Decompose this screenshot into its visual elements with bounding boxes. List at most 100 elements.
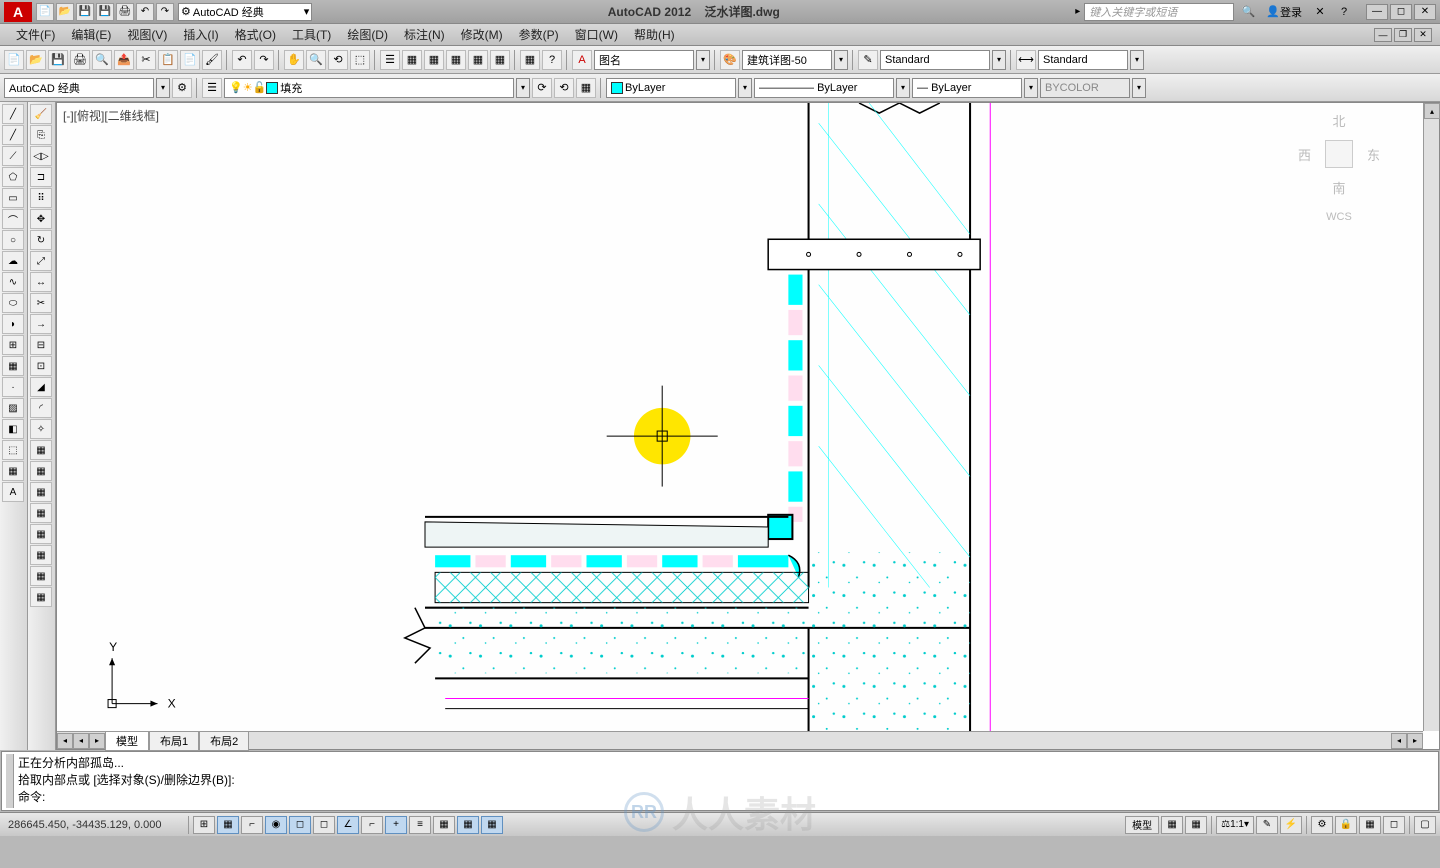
tab-layout1[interactable]: 布局1 — [149, 731, 199, 751]
sc-icon[interactable]: ▦ — [481, 816, 503, 834]
cmd-prompt[interactable]: 命令: — [18, 788, 1434, 805]
tab-model[interactable]: 模型 — [105, 731, 149, 751]
quickcalc-icon[interactable]: ▦ — [490, 50, 510, 70]
preview-icon[interactable]: 🔍 — [92, 50, 112, 70]
minimize-button[interactable]: — — [1366, 4, 1388, 20]
otrack-icon[interactable]: ∠ — [337, 816, 359, 834]
move-icon[interactable]: ✥ — [30, 209, 52, 229]
lwt-icon[interactable]: ≡ — [409, 816, 431, 834]
zoom-icon[interactable]: 🔍 — [306, 50, 326, 70]
qat-open-icon[interactable]: 📂 — [56, 3, 74, 21]
menu-dimension[interactable]: 标注(N) — [396, 24, 453, 45]
osnap-icon[interactable]: ◻ — [289, 816, 311, 834]
dropdown-icon[interactable]: ▾ — [1130, 50, 1144, 70]
join-icon[interactable]: ⊡ — [30, 356, 52, 376]
view-cube[interactable]: 北 西 东 南 WCS — [1299, 111, 1379, 251]
wcs-label[interactable]: WCS — [1326, 211, 1352, 223]
sheet-set-icon[interactable]: ▦ — [446, 50, 466, 70]
mirror-icon[interactable]: ◁▷ — [30, 146, 52, 166]
extend-icon[interactable]: → — [30, 314, 52, 334]
array-icon[interactable]: ⠿ — [30, 188, 52, 208]
toolbar-lock-icon[interactable]: 🔒 — [1335, 816, 1357, 834]
mod22-icon[interactable]: ▦ — [30, 545, 52, 565]
insert-icon[interactable]: ⊞ — [2, 335, 24, 355]
pan-icon[interactable]: ✋ — [284, 50, 304, 70]
redo-icon[interactable]: ↷ — [254, 50, 274, 70]
help-icon[interactable]: ? — [1334, 3, 1354, 21]
cut-icon[interactable]: ✂ — [136, 50, 156, 70]
copy-mod-icon[interactable]: ⎘ — [30, 125, 52, 145]
mod19-icon[interactable]: ▦ — [30, 482, 52, 502]
ellipse-arc-icon[interactable]: ◗ — [2, 314, 24, 334]
grid-icon[interactable]: ▦ — [217, 816, 239, 834]
menu-parametric[interactable]: 参数(P) — [511, 24, 567, 45]
zoom-prev-icon[interactable]: ⟲ — [328, 50, 348, 70]
ellipse-icon[interactable]: ⬭ — [2, 293, 24, 313]
nav-top[interactable] — [1325, 140, 1353, 168]
dropdown-icon[interactable]: ▾ — [516, 78, 530, 98]
dropdown-icon[interactable]: ▾ — [834, 50, 848, 70]
offset-icon[interactable]: ⊐ — [30, 167, 52, 187]
break-icon[interactable]: ⊟ — [30, 335, 52, 355]
command-line[interactable]: 正在分析内部孤岛... 拾取内部点或 [选择对象(S)/删除边界(B)]: 命令… — [1, 751, 1439, 811]
nav-north[interactable]: 北 — [1332, 111, 1345, 130]
mod18-icon[interactable]: ▦ — [30, 461, 52, 481]
dim-style-icon[interactable]: ⟷ — [1016, 50, 1036, 70]
polar-icon[interactable]: ◉ — [265, 816, 287, 834]
coordinates-display[interactable]: 286645.450, -34435.129, 0.000 — [4, 819, 184, 831]
qat-undo-icon[interactable]: ↶ — [136, 3, 154, 21]
tool-palette-icon[interactable]: ▦ — [424, 50, 444, 70]
qp-icon[interactable]: ▦ — [457, 816, 479, 834]
mod17-icon[interactable]: ▦ — [30, 440, 52, 460]
plot-icon[interactable]: 🖨 — [70, 50, 90, 70]
menu-draw[interactable]: 绘图(D) — [339, 24, 396, 45]
properties-icon[interactable]: ☰ — [380, 50, 400, 70]
zoom-window-icon[interactable]: ⬚ — [350, 50, 370, 70]
markup-icon[interactable]: ▦ — [468, 50, 488, 70]
rotate-icon[interactable]: ↻ — [30, 230, 52, 250]
workspace-selector[interactable]: ⚙ AutoCAD 经典 ▾ — [178, 3, 312, 21]
dropdown-icon[interactable]: ▾ — [992, 50, 1006, 70]
dropdown-icon[interactable]: ▾ — [738, 78, 752, 98]
text-style-btn-icon[interactable]: ✎ — [858, 50, 878, 70]
paste-icon[interactable]: 📄 — [180, 50, 200, 70]
search-input[interactable]: 键入关键字或短语 — [1084, 3, 1234, 21]
layer-prop-icon[interactable]: 🎨 — [720, 50, 740, 70]
mtext-icon[interactable]: A — [2, 482, 24, 502]
publish-icon[interactable]: 📤 — [114, 50, 134, 70]
clean-screen-icon[interactable]: ▢ — [1414, 816, 1436, 834]
horizontal-scrollbar[interactable]: ◂ ◂ ▸ 模型 布局1 布局2 ◂ ▸ — [57, 731, 1423, 749]
hardware-accel-icon[interactable]: ▦ — [1359, 816, 1381, 834]
dropdown-icon[interactable]: ▾ — [1132, 78, 1146, 98]
menu-window[interactable]: 窗口(W) — [567, 24, 626, 45]
help2-icon[interactable]: ? — [542, 50, 562, 70]
scroll-hright-icon[interactable]: ▸ — [1407, 733, 1423, 749]
workspace-switch-icon[interactable]: ⚙ — [1311, 816, 1333, 834]
ortho-icon[interactable]: ⌐ — [241, 816, 263, 834]
maximize-button[interactable]: ◻ — [1390, 4, 1412, 20]
match-icon[interactable]: 🖌 — [202, 50, 222, 70]
model-space-button[interactable]: 模型 — [1125, 816, 1159, 834]
mod21-icon[interactable]: ▦ — [30, 524, 52, 544]
chamfer-icon[interactable]: ◢ — [30, 377, 52, 397]
revcloud-icon[interactable]: ☁ — [2, 251, 24, 271]
fillet-icon[interactable]: ◜ — [30, 398, 52, 418]
dashboard-icon[interactable]: ▦ — [402, 50, 422, 70]
dropdown-icon[interactable]: ▾ — [896, 78, 910, 98]
explode-icon[interactable]: ✧ — [30, 419, 52, 439]
layer-selector[interactable]: 💡☀🔓填充 — [224, 78, 514, 98]
copy-icon[interactable]: 📋 — [158, 50, 178, 70]
cmd-grip-icon[interactable] — [6, 754, 14, 808]
menu-modify[interactable]: 修改(M) — [453, 24, 511, 45]
scale-icon[interactable]: ⤢ — [30, 251, 52, 271]
workspace-selector2[interactable]: AutoCAD 经典 — [4, 78, 154, 98]
layer-filter-selector[interactable]: 图名 — [594, 50, 694, 70]
trim-icon[interactable]: ✂ — [30, 293, 52, 313]
nav-south[interactable]: 南 — [1332, 178, 1345, 197]
text-style-icon[interactable]: A — [572, 50, 592, 70]
mdi-restore[interactable]: ❐ — [1394, 28, 1412, 42]
layer-prev-icon[interactable]: ⟲ — [554, 78, 574, 98]
stretch-icon[interactable]: ↔ — [30, 272, 52, 292]
vertical-scrollbar[interactable]: ▴ — [1423, 103, 1439, 731]
menu-help[interactable]: 帮助(H) — [626, 24, 683, 45]
